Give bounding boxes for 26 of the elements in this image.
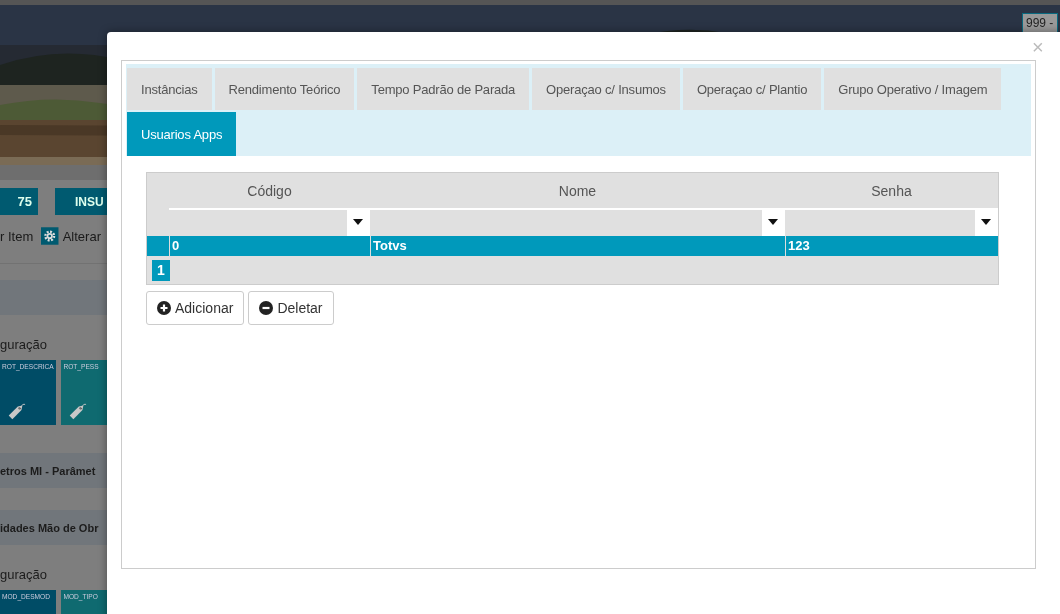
tab[interactable]: Usuarios Apps <box>127 112 237 156</box>
menu-button[interactable]: 75 <box>0 188 38 215</box>
tab[interactable]: Tempo Padrão de Parada <box>357 68 530 110</box>
table-cell: 0 <box>169 236 370 256</box>
tab[interactable]: Instâncias <box>127 68 212 110</box>
tab[interactable]: Operaçao c/ Insumos <box>532 68 680 110</box>
action-link[interactable]: r Item <box>0 228 34 244</box>
section-label: guração <box>0 567 48 582</box>
page-button[interactable]: 1 <box>152 259 170 281</box>
tab[interactable]: Operaçao c/ Plantio <box>682 68 822 110</box>
delete-button[interactable]: Deletar <box>248 291 334 325</box>
action-link[interactable]: Alterar <box>62 228 101 244</box>
corner-field[interactable]: 999 - <box>1022 13 1058 35</box>
menu-button[interactable]: INSU <box>55 188 107 215</box>
column-header[interactable]: Nome <box>370 182 785 199</box>
section-header[interactable]: etros MI - Parâmet <box>0 453 107 488</box>
column-header[interactable]: Senha <box>785 182 998 199</box>
table-cell: Totvs <box>370 236 785 256</box>
section-label: guração <box>0 337 48 352</box>
tab[interactable]: Grupo Operativo / Imagem <box>824 68 1002 110</box>
add-button[interactable]: Adicionar <box>146 291 245 325</box>
table-row[interactable]: 0 Totvs 123 <box>147 236 998 256</box>
tab[interactable]: Rendimento Teórico <box>214 68 355 110</box>
column-header[interactable]: Código <box>169 182 370 199</box>
table-cell: 123 <box>785 236 998 256</box>
section-header[interactable]: idades Mão de Obr <box>0 510 107 545</box>
